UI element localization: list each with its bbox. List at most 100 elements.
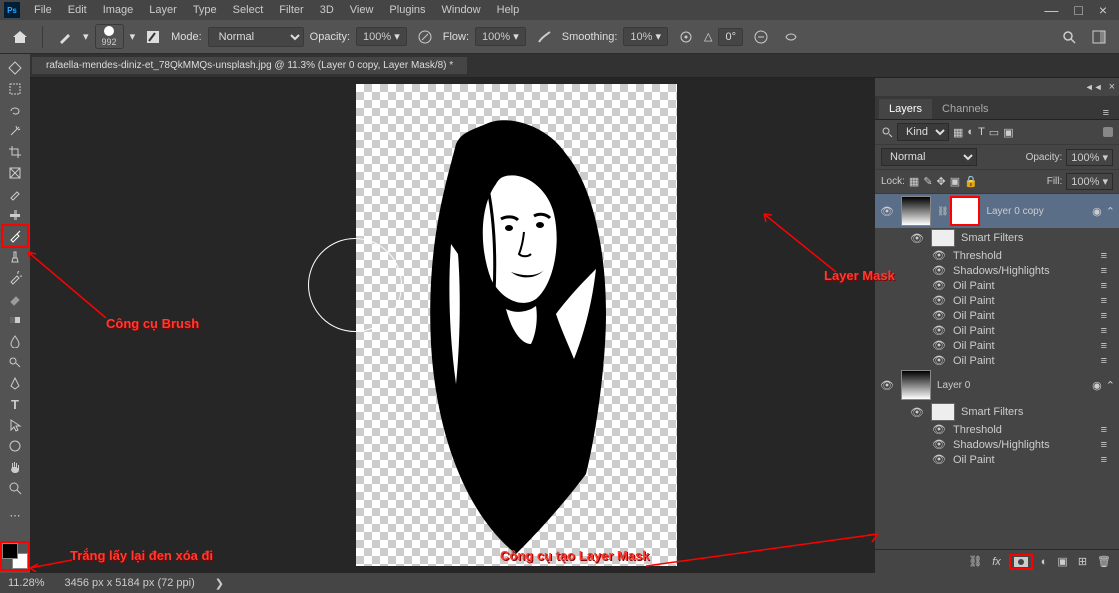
filter-smart-icon[interactable]: ▣ bbox=[1003, 126, 1013, 139]
blur-tool[interactable] bbox=[3, 331, 27, 351]
filter-mask-thumb[interactable] bbox=[931, 403, 955, 421]
filter-options-icon[interactable]: ≡ bbox=[1101, 439, 1115, 451]
visibility-toggle[interactable]: 👁 bbox=[931, 294, 947, 307]
lock-artboard-icon[interactable]: ▣ bbox=[950, 175, 960, 188]
shape-tool[interactable] bbox=[3, 436, 27, 456]
pressure-size-icon[interactable] bbox=[749, 25, 773, 49]
filter-item[interactable]: 👁Oil Paint≡ bbox=[875, 338, 1119, 353]
smart-filters-row[interactable]: 👁 Smart Filters bbox=[875, 402, 1119, 422]
filter-item[interactable]: 👁Shadows/Highlights≡ bbox=[875, 263, 1119, 278]
visibility-toggle[interactable]: 👁 bbox=[931, 279, 947, 292]
stamp-tool[interactable] bbox=[3, 247, 27, 267]
layer-filter-kind[interactable]: Kind bbox=[897, 123, 949, 141]
filter-item[interactable]: 👁Oil Paint≡ bbox=[875, 278, 1119, 293]
symmetry-icon[interactable] bbox=[779, 25, 803, 49]
search-icon[interactable] bbox=[1057, 25, 1081, 49]
filter-options-icon[interactable]: ≡ bbox=[1101, 424, 1115, 436]
filter-item[interactable]: 👁Threshold≡ bbox=[875, 422, 1119, 437]
filter-item[interactable]: 👁Shadows/Highlights≡ bbox=[875, 437, 1119, 452]
move-tool[interactable] bbox=[3, 58, 27, 78]
brush-preset-picker[interactable]: 992 bbox=[95, 24, 124, 49]
filter-options-icon[interactable]: ≡ bbox=[1101, 280, 1115, 292]
blend-mode-select[interactable]: Normal bbox=[208, 27, 304, 47]
gradient-tool[interactable] bbox=[3, 310, 27, 330]
document-dimensions[interactable]: 3456 px x 5184 px (72 ppi) bbox=[65, 577, 195, 589]
history-brush-tool[interactable] bbox=[3, 268, 27, 288]
lock-paint-icon[interactable]: ✎ bbox=[923, 175, 932, 188]
layer-blend-mode[interactable]: Normal bbox=[881, 148, 977, 166]
link-layers-icon[interactable]: ⛓ bbox=[968, 555, 982, 568]
brush-settings-icon[interactable] bbox=[141, 25, 165, 49]
filter-pixel-icon[interactable]: ▦ bbox=[953, 126, 963, 139]
menu-plugins[interactable]: Plugins bbox=[381, 0, 433, 20]
expand-icon[interactable]: ⌃ bbox=[1106, 379, 1115, 392]
menu-layer[interactable]: Layer bbox=[141, 0, 185, 20]
foreground-color[interactable] bbox=[2, 543, 18, 559]
layer-row[interactable]: 👁 Layer 0 ◉ ⌃ bbox=[875, 368, 1119, 402]
filter-item[interactable]: 👁Threshold≡ bbox=[875, 248, 1119, 263]
home-button[interactable] bbox=[8, 25, 32, 49]
add-mask-button[interactable] bbox=[1011, 556, 1031, 568]
wand-tool[interactable] bbox=[3, 121, 27, 141]
frame-tool[interactable] bbox=[3, 163, 27, 183]
filter-type-icon[interactable]: T bbox=[978, 126, 985, 138]
filter-options-icon[interactable]: ≡ bbox=[1101, 325, 1115, 337]
airbrush-icon[interactable] bbox=[532, 25, 556, 49]
artboard[interactable] bbox=[356, 84, 677, 566]
layer-style-icon[interactable]: fx bbox=[992, 556, 1001, 568]
filter-item[interactable]: 👁Oil Paint≡ bbox=[875, 452, 1119, 467]
smoothing-value[interactable]: 10% ▾ bbox=[623, 27, 668, 46]
document-tab[interactable]: rafaella-mendes-diniz-et_78QkMMQs-unspla… bbox=[32, 57, 467, 74]
filter-options-icon[interactable]: ≡ bbox=[1101, 310, 1115, 322]
visibility-toggle[interactable]: 👁 bbox=[909, 232, 925, 245]
maximize-button[interactable]: □ bbox=[1066, 2, 1090, 18]
collapse-icon[interactable]: ◄◄ bbox=[1085, 82, 1103, 92]
visibility-toggle[interactable]: 👁 bbox=[931, 249, 947, 262]
eyedropper-tool[interactable] bbox=[3, 184, 27, 204]
smart-filters-row[interactable]: 👁 Smart Filters bbox=[875, 228, 1119, 248]
status-arrow-icon[interactable]: ❯ bbox=[215, 577, 224, 590]
filter-item[interactable]: 👁Oil Paint≡ bbox=[875, 323, 1119, 338]
visibility-toggle[interactable]: 👁 bbox=[931, 453, 947, 466]
visibility-toggle[interactable]: 👁 bbox=[909, 406, 925, 419]
visibility-toggle[interactable]: 👁 bbox=[931, 354, 947, 367]
smoothing-options-icon[interactable] bbox=[674, 25, 698, 49]
delete-layer-icon[interactable]: 🗑 bbox=[1097, 555, 1111, 568]
flow-value[interactable]: 100% ▾ bbox=[475, 27, 526, 46]
channels-tab[interactable]: Channels bbox=[932, 99, 998, 119]
menu-view[interactable]: View bbox=[342, 0, 382, 20]
workspace-icon[interactable] bbox=[1087, 25, 1111, 49]
pen-tool[interactable] bbox=[3, 373, 27, 393]
filter-toggle[interactable] bbox=[1103, 127, 1113, 137]
zoom-level[interactable]: 11.28% bbox=[8, 577, 45, 589]
adjustment-layer-icon[interactable]: ◐ bbox=[1041, 556, 1048, 568]
tool-preset-icon[interactable] bbox=[53, 25, 77, 49]
visibility-toggle[interactable]: 👁 bbox=[931, 339, 947, 352]
new-layer-icon[interactable]: ⊞ bbox=[1078, 555, 1087, 568]
filter-options-icon[interactable]: ≡ bbox=[1101, 265, 1115, 277]
lasso-tool[interactable] bbox=[3, 100, 27, 120]
layer-name[interactable]: Layer 0 bbox=[937, 380, 1086, 391]
menu-file[interactable]: File bbox=[26, 0, 60, 20]
menu-window[interactable]: Window bbox=[434, 0, 489, 20]
visibility-toggle[interactable]: 👁 bbox=[931, 423, 947, 436]
filter-options-icon[interactable]: ≡ bbox=[1101, 295, 1115, 307]
visibility-toggle[interactable]: 👁 bbox=[931, 309, 947, 322]
group-icon[interactable]: ▣ bbox=[1057, 555, 1067, 568]
menu-3d[interactable]: 3D bbox=[312, 0, 342, 20]
layer-thumbnail[interactable] bbox=[901, 196, 931, 226]
filter-adjust-icon[interactable]: ◐ bbox=[967, 126, 974, 138]
layer-mask-thumbnail[interactable] bbox=[950, 196, 980, 226]
filter-item[interactable]: 👁Oil Paint≡ bbox=[875, 308, 1119, 323]
menu-image[interactable]: Image bbox=[95, 0, 142, 20]
menu-filter[interactable]: Filter bbox=[271, 0, 311, 20]
lock-all-icon[interactable]: 🔒 bbox=[964, 175, 978, 188]
zoom-tool[interactable] bbox=[3, 478, 27, 498]
layer-name[interactable]: Layer 0 copy bbox=[986, 206, 1086, 217]
layer-row[interactable]: 👁 ⛓ Layer 0 copy ◉ ⌃ bbox=[875, 194, 1119, 228]
brush-tool[interactable] bbox=[3, 226, 27, 246]
visibility-toggle[interactable]: 👁 bbox=[931, 438, 947, 451]
close-button[interactable]: × bbox=[1091, 2, 1115, 18]
filter-item[interactable]: 👁Oil Paint≡ bbox=[875, 353, 1119, 368]
filter-options-icon[interactable]: ≡ bbox=[1101, 340, 1115, 352]
